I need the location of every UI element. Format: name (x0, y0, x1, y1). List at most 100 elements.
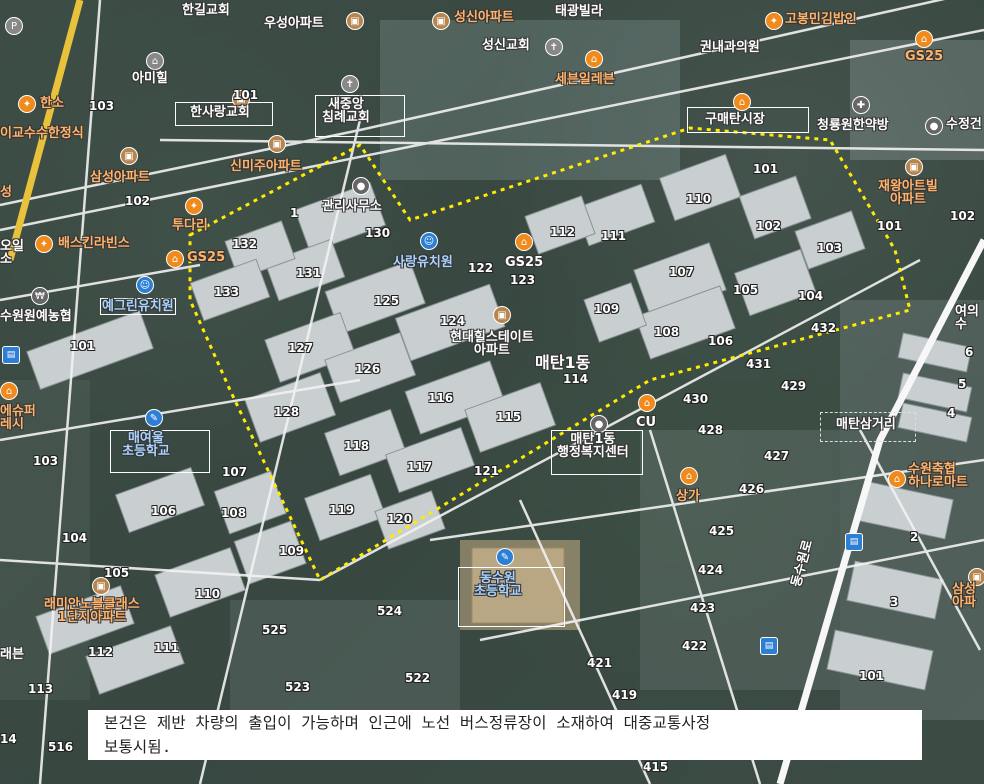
place-label[interactable]: 배스킨라빈스 (58, 237, 130, 250)
place-label[interactable]: GS25 (505, 256, 543, 269)
place-label[interactable]: 청룡원한약방 (817, 119, 889, 132)
store-icon[interactable]: ⌂ (585, 50, 603, 68)
place-label[interactable]: 성 (0, 186, 12, 199)
place-label[interactable]: 에슈퍼 레시 (0, 405, 36, 431)
place-label[interactable]: 이교수수한정식 (0, 127, 84, 140)
apartment-icon[interactable]: ▣ (432, 12, 450, 30)
place-label[interactable]: 사랑유치원 (393, 256, 453, 269)
bus-stop-icon[interactable]: ▤ (2, 346, 20, 364)
place-label[interactable]: 매여울 초등학교 (122, 432, 170, 458)
store-icon[interactable]: ⌂ (515, 233, 533, 251)
restaurant-icon[interactable]: ✦ (185, 197, 203, 215)
building-number: 3 (890, 595, 899, 609)
pharmacy-icon[interactable]: ✚ (852, 96, 870, 114)
place-label[interactable]: 수원축협 하나로마트 (908, 463, 968, 489)
building-number: 426 (739, 482, 765, 496)
place-label[interactable]: 아미힐 (132, 72, 168, 85)
building-number: 421 (587, 656, 613, 670)
kindergarten-icon[interactable]: ☺ (420, 232, 438, 250)
building-number: 103 (817, 241, 843, 255)
place-label[interactable]: 성신아파트 (454, 11, 514, 24)
building-number: 105 (733, 283, 759, 297)
place-label[interactable]: GS25 (905, 50, 943, 63)
place-label[interactable]: 현대힐스테이트 아파트 (450, 331, 534, 357)
map-view[interactable]: P ▣ ▣ ✦ ⌂ ✝ ⌂ ⌂ ▣ ✝ ✦ ⌂ ✚ ● ▣ ▣ ▣ ✦ ● ✦ … (0, 0, 984, 784)
building-number: 432 (811, 321, 837, 335)
place-icon[interactable]: ● (925, 117, 943, 135)
building-number: 120 (387, 512, 413, 526)
building-number: 524 (377, 604, 403, 618)
building-number: 101 (753, 162, 779, 176)
school-icon[interactable]: ✎ (145, 409, 163, 427)
building-number: 116 (428, 391, 454, 405)
place-label[interactable]: 관리사무소 (322, 200, 382, 213)
place-label[interactable]: 태광빌라 (555, 5, 603, 18)
place-label[interactable]: 구매탄시장 (705, 113, 765, 126)
place-label[interactable]: 래븐 (0, 648, 24, 661)
place-label[interactable]: 성신교회 (482, 39, 530, 52)
building-number: 523 (285, 680, 311, 694)
place-label[interactable]: 새중앙 침례교회 (322, 98, 370, 124)
place-label[interactable]: CU (636, 416, 656, 429)
restaurant-icon[interactable]: ✦ (765, 12, 783, 30)
bus-stop-icon[interactable]: ▤ (845, 533, 863, 551)
place-label[interactable]: 삼성 아파 (952, 583, 976, 609)
building-number: 117 (407, 460, 433, 474)
apartment-icon[interactable]: ▣ (268, 135, 286, 153)
place-label[interactable]: 고봉민김밥인 (785, 13, 857, 26)
place-label[interactable]: 오일 소 (0, 240, 24, 266)
place-label[interactable]: 한소 (40, 97, 64, 110)
place-label[interactable]: 매탄삼거리 (836, 418, 896, 431)
place-label[interactable]: 래미안노블클래스 1단지아파트 (44, 598, 140, 624)
bank-icon[interactable]: ₩ (31, 287, 49, 305)
building-number: 104 (798, 289, 824, 303)
place-label[interactable]: 예그린유치원 (100, 298, 176, 315)
building-number: 126 (355, 362, 381, 376)
apartment-icon[interactable]: ▣ (905, 158, 923, 176)
apartment-icon[interactable]: ▣ (346, 12, 364, 30)
place-label[interactable]: 권내과의원 (700, 41, 760, 54)
store-icon[interactable]: ⌂ (680, 467, 698, 485)
icecream-icon[interactable]: ✦ (35, 235, 53, 253)
place-label[interactable]: 삼성아파트 (90, 171, 150, 184)
church-icon[interactable]: ✝ (341, 75, 359, 93)
school-icon[interactable]: ✎ (496, 548, 514, 566)
office-icon[interactable]: ● (352, 177, 370, 195)
place-label[interactable]: 수정건 (946, 118, 982, 131)
home-icon[interactable]: ⌂ (146, 52, 164, 70)
place-label[interactable]: 신미주아파트 (230, 160, 302, 173)
place-label[interactable]: 우성아파트 (264, 17, 324, 30)
restaurant-icon[interactable]: ✦ (18, 95, 36, 113)
mart-icon[interactable]: ⌂ (888, 470, 906, 488)
parking-icon[interactable]: P (5, 17, 23, 35)
place-label[interactable]: 상가 (676, 490, 700, 503)
place-label[interactable]: 한길교회 (182, 4, 230, 17)
place-label[interactable]: 수원원예농협 (0, 310, 72, 323)
market-icon[interactable]: ⌂ (733, 93, 751, 111)
building-number: 101 (70, 339, 96, 353)
bus-stop-icon[interactable]: ▤ (760, 637, 778, 655)
church-icon[interactable]: ✝ (545, 38, 563, 56)
store-icon[interactable]: ⌂ (915, 30, 933, 48)
apartment-icon[interactable]: ▣ (120, 147, 138, 165)
building-number: 133 (214, 285, 240, 299)
building-number: 132 (232, 237, 258, 251)
place-label[interactable]: 재왕아트빌 아파트 (878, 180, 938, 206)
store-icon[interactable]: ⌂ (166, 250, 184, 268)
place-label[interactable]: 매탄1동 행정복지센터 (557, 433, 629, 459)
place-label[interactable]: 투다리 (172, 219, 208, 232)
building-number: 105 (104, 566, 130, 580)
place-label[interactable]: GS25 (187, 251, 225, 264)
place-label[interactable]: 한사랑교회 (190, 106, 250, 119)
place-label[interactable]: 동수원 초등학교 (474, 572, 522, 598)
place-label[interactable]: 세븐일레븐 (555, 73, 615, 86)
building-number: 110 (686, 192, 712, 206)
convenience-icon[interactable]: ⌂ (638, 394, 656, 412)
place-label[interactable]: 여의 수 (955, 305, 979, 331)
kindergarten-icon[interactable]: ☺ (136, 276, 154, 294)
office-icon[interactable]: ● (590, 415, 608, 433)
apartment-icon[interactable]: ▣ (493, 306, 511, 324)
building-number: 422 (682, 639, 708, 653)
building-number: 6 (965, 345, 974, 359)
store-icon[interactable]: ⌂ (0, 382, 18, 400)
